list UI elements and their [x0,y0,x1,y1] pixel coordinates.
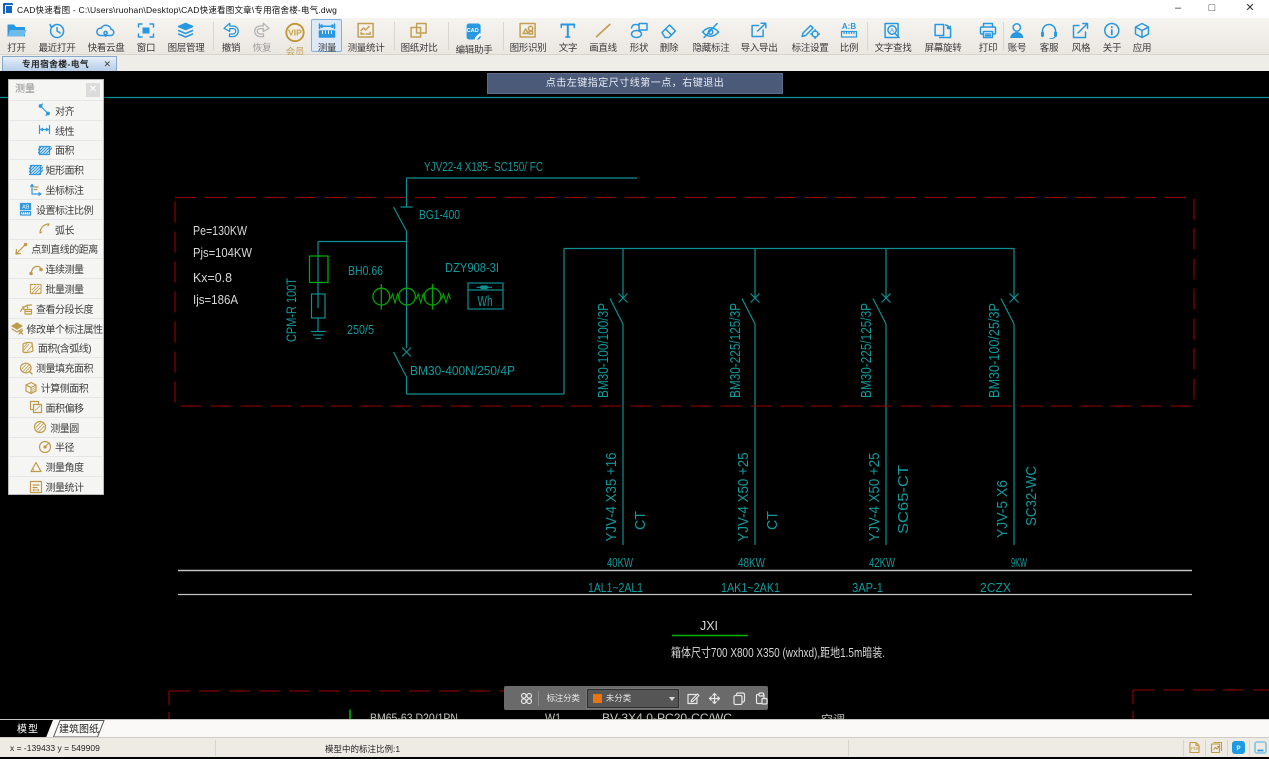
svg-text:48KW: 48KW [738,555,766,570]
svg-text:YJV-4 X35 +16: YJV-4 X35 +16 [603,453,620,542]
svg-text:CT: CT [764,511,781,530]
svg-text:JXI: JXI [700,618,718,633]
svg-text:YJV-4 X50 +25: YJV-4 X50 +25 [735,453,752,542]
svg-text:BG1-400: BG1-400 [419,207,460,222]
svg-text:模型: 模型 [17,723,39,736]
svg-text:Ijs=186A: Ijs=186A [193,292,238,307]
svg-text:CPM-R 100T: CPM-R 100T [283,278,299,342]
svg-text:空调: 空调 [821,712,845,719]
svg-text:Pjs=104KW: Pjs=104KW [193,245,253,260]
svg-text:Wh: Wh [478,294,493,310]
svg-text:YJV-5 X6: YJV-5 X6 [994,480,1011,538]
svg-text:BM65-63 D20/1PN: BM65-63 D20/1PN [370,711,458,719]
svg-text:A: A [890,28,895,35]
svg-text:SC32-WC: SC32-WC [1023,466,1040,526]
svg-text:Kx=0.8: Kx=0.8 [193,270,232,285]
svg-text:A:B: A:B [842,22,856,31]
svg-text:42KW: 42KW [869,555,896,570]
svg-text:SC65-CT: SC65-CT [895,465,912,534]
svg-text:1AL1~2AL1: 1AL1~2AL1 [588,580,643,595]
svg-text:BM30-225/125/3P: BM30-225/125/3P [727,303,744,398]
svg-text:CAD: CAD [467,28,479,34]
svg-text:BM30-400N/250/4P: BM30-400N/250/4P [410,363,515,378]
svg-text:40KW: 40KW [607,555,634,570]
svg-text:YJV22-4 X185- SC150/ FC: YJV22-4 X185- SC150/ FC [424,159,543,174]
svg-text:BM30-100/25/3P: BM30-100/25/3P [986,303,1003,398]
svg-text:250/5: 250/5 [347,322,374,337]
svg-text:VIP: VIP [288,28,302,38]
svg-text:DZY908-3I: DZY908-3I [445,260,499,275]
svg-text:1AK1~2AK1: 1AK1~2AK1 [721,580,780,595]
svg-text:W1: W1 [545,711,561,719]
svg-text:CT: CT [632,511,649,530]
svg-text:9KW: 9KW [1011,555,1027,570]
svg-text:YJV-4 X50 +25: YJV-4 X50 +25 [866,453,883,542]
svg-text:P: P [1236,746,1240,752]
svg-text:3AP-1: 3AP-1 [852,580,883,595]
svg-text:2CZX: 2CZX [980,580,1011,595]
svg-text:BH0.66: BH0.66 [348,263,383,278]
svg-text:BM30-100/100/3P: BM30-100/100/3P [595,303,612,398]
svg-text:PDF: PDF [1191,746,1200,751]
svg-text:BM30-225/125/3P: BM30-225/125/3P [858,303,875,398]
svg-text:箱体尺寸700 X800 X350 (wxhxd),距地1.: 箱体尺寸700 X800 X350 (wxhxd),距地1.5m暗装. [671,645,885,660]
svg-text:BV-3X4.0-PC20-CC/WC: BV-3X4.0-PC20-CC/WC [602,711,732,719]
svg-text:Pe=130KW: Pe=130KW [193,223,248,238]
svg-text:建筑图纸: 建筑图纸 [59,723,99,736]
